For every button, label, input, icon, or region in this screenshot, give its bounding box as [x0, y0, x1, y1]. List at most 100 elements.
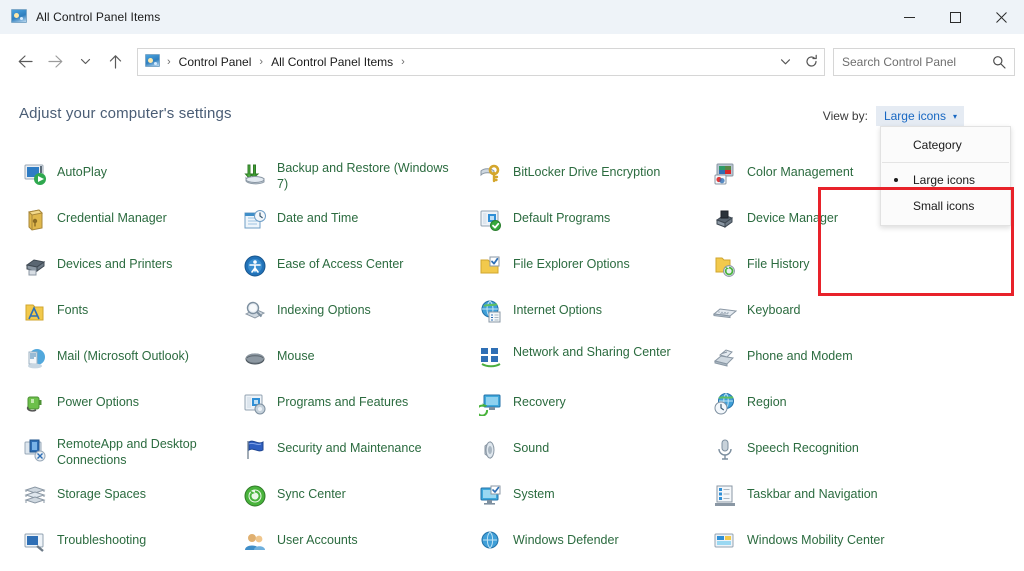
item-sound[interactable]: Sound — [478, 433, 710, 479]
credential-manager-icon — [22, 207, 48, 233]
file-explorer-options-icon — [478, 253, 504, 279]
menu-item-category[interactable]: Category — [881, 132, 1010, 158]
recent-locations-chevron-icon[interactable] — [70, 47, 100, 77]
item-label: Ease of Access Center — [277, 257, 404, 271]
item-default-programs[interactable]: Default Programs — [478, 203, 710, 249]
breadcrumb-separator-2[interactable]: › — [395, 56, 411, 68]
phone-and-modem-icon — [712, 345, 738, 371]
item-label: Devices and Printers — [57, 257, 173, 271]
file-history-icon — [712, 253, 738, 279]
item-credential-manager[interactable]: Credential Manager — [22, 203, 254, 249]
minimize-button[interactable] — [886, 0, 932, 34]
refresh-icon[interactable] — [798, 49, 824, 75]
item-label: BitLocker Drive Encryption — [513, 165, 661, 179]
item-label: Troubleshooting — [57, 533, 147, 547]
item-label: Backup and Restore (Windows 7) — [277, 161, 449, 191]
item-security-and-maintenance[interactable]: Security and Maintenance — [242, 433, 474, 479]
item-label: Device Manager — [747, 211, 839, 225]
item-bitlocker-drive-encryption[interactable]: BitLocker Drive Encryption — [478, 157, 710, 203]
sound-icon — [478, 437, 504, 463]
item-speech-recognition[interactable]: Speech Recognition — [712, 433, 944, 479]
window-controls — [886, 0, 1024, 34]
title-bar: All Control Panel Items — [0, 0, 1024, 34]
item-label: Region — [747, 395, 787, 409]
item-sync-center[interactable]: Sync Center — [242, 479, 474, 525]
control-panel-icon-small — [145, 53, 161, 70]
item-system[interactable]: System — [478, 479, 710, 525]
content-area: Adjust your computer's settings View by:… — [0, 89, 1024, 552]
item-label: Date and Time — [277, 211, 359, 225]
item-devices-and-printers[interactable]: Devices and Printers — [22, 249, 254, 295]
item-color-management[interactable]: Color Management — [712, 157, 944, 203]
back-arrow-icon[interactable] — [10, 47, 40, 77]
close-button[interactable] — [978, 0, 1024, 34]
item-power-options[interactable]: Power Options — [22, 387, 254, 433]
item-troubleshooting[interactable]: Troubleshooting — [22, 525, 254, 571]
item-date-and-time[interactable]: Date and Time — [242, 203, 474, 249]
maximize-button[interactable] — [932, 0, 978, 34]
item-file-history[interactable]: File History — [712, 249, 944, 295]
item-region[interactable]: Region — [712, 387, 944, 433]
nav-buttons — [10, 47, 130, 77]
items-column-1: AutoPlay Credential Manager Devices and … — [22, 157, 254, 571]
view-by-control: View by: Large icons ▾ — [823, 106, 964, 126]
item-label: Storage Spaces — [57, 487, 146, 501]
item-label: Mouse — [277, 349, 315, 363]
recovery-icon — [478, 391, 504, 417]
item-device-manager[interactable]: Device Manager — [712, 203, 944, 249]
item-storage-spaces[interactable]: Storage Spaces — [22, 479, 254, 525]
item-ease-of-access-center[interactable]: Ease of Access Center — [242, 249, 474, 295]
item-fonts[interactable]: Fonts — [22, 295, 254, 341]
item-remoteapp-and-desktop-connections[interactable]: RemoteApp and Desktop Connections — [22, 433, 254, 479]
item-network-and-sharing-center[interactable]: Network and Sharing Center — [478, 341, 710, 387]
item-internet-options[interactable]: Internet Options — [478, 295, 710, 341]
item-label: Sound — [513, 441, 550, 455]
item-windows-defender[interactable]: Windows Defender — [478, 525, 710, 571]
item-label: AutoPlay — [57, 165, 108, 179]
item-label: Windows Defender — [513, 533, 619, 547]
region-icon — [712, 391, 738, 417]
device-manager-icon — [712, 207, 738, 233]
item-label: File Explorer Options — [513, 257, 630, 271]
storage-spaces-icon — [22, 483, 48, 509]
address-bar[interactable]: › Control Panel › All Control Panel Item… — [137, 47, 825, 76]
item-autoplay[interactable]: AutoPlay — [22, 157, 254, 203]
chevron-down-icon[interactable] — [772, 49, 798, 75]
navigation-bar: › Control Panel › All Control Panel Item… — [0, 34, 1024, 89]
speech-recognition-icon — [712, 437, 738, 463]
item-label: Sync Center — [277, 487, 346, 501]
breadcrumb-separator-0: › — [167, 55, 171, 68]
breadcrumb-item-0[interactable]: Control Panel — [177, 55, 254, 69]
item-label: RemoteApp and Desktop Connections — [57, 437, 197, 467]
system-icon — [478, 483, 504, 509]
bitlocker-icon — [478, 161, 504, 187]
item-phone-and-modem[interactable]: Phone and Modem — [712, 341, 944, 387]
item-programs-and-features[interactable]: Programs and Features — [242, 387, 474, 433]
view-by-label: View by: — [822, 109, 868, 123]
forward-arrow-icon[interactable] — [40, 47, 70, 77]
search-input[interactable]: Search Control Panel — [833, 47, 1015, 76]
search-icon[interactable] — [992, 55, 1006, 69]
item-windows-mobility-center[interactable]: Windows Mobility Center — [712, 525, 944, 571]
items-column-2: Backup and Restore (Windows 7) Date and … — [242, 157, 474, 571]
item-taskbar-and-navigation[interactable]: Taskbar and Navigation — [712, 479, 944, 525]
mouse-icon — [242, 345, 268, 371]
chevron-down-icon: ▾ — [952, 111, 957, 121]
item-file-explorer-options[interactable]: File Explorer Options — [478, 249, 710, 295]
item-mouse[interactable]: Mouse — [242, 341, 474, 387]
devices-and-printers-icon — [22, 253, 48, 279]
item-backup-and-restore[interactable]: Backup and Restore (Windows 7) — [242, 157, 474, 203]
view-by-combobox[interactable]: Large icons ▾ — [875, 106, 964, 126]
items-column-4: Color Management Device Manager File His… — [712, 157, 944, 571]
item-indexing-options[interactable]: Indexing Options — [242, 295, 474, 341]
item-mail[interactable]: Mail (Microsoft Outlook) — [22, 341, 254, 387]
up-arrow-icon[interactable] — [100, 47, 130, 77]
item-recovery[interactable]: Recovery — [478, 387, 710, 433]
user-accounts-icon — [242, 529, 268, 555]
windows-defender-icon — [478, 529, 504, 555]
breadcrumb-item-1[interactable]: All Control Panel Items — [269, 55, 395, 69]
item-label: Recovery — [513, 395, 566, 409]
item-user-accounts[interactable]: User Accounts — [242, 525, 474, 571]
item-label: Fonts — [57, 303, 89, 317]
item-keyboard[interactable]: Keyboard — [712, 295, 944, 341]
